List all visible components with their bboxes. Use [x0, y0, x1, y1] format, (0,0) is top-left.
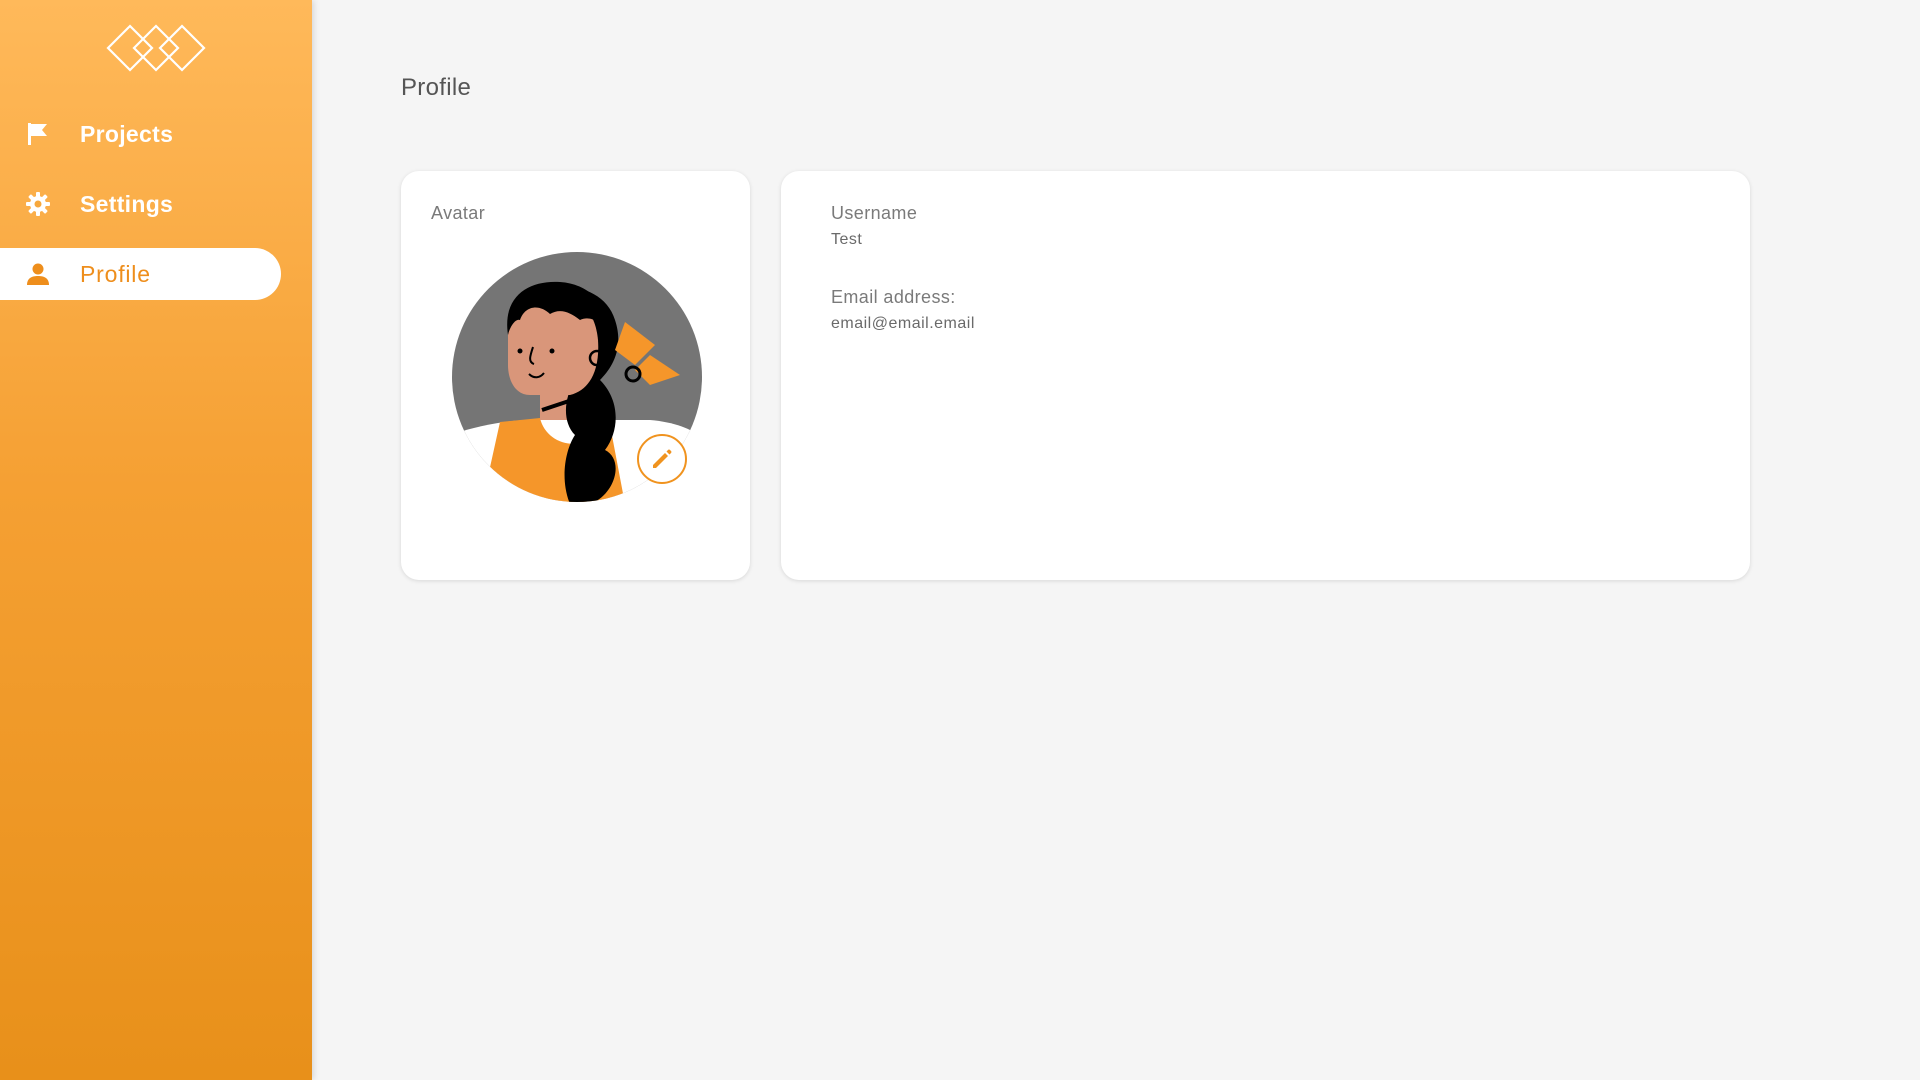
- flag-icon: [24, 120, 52, 148]
- username-label: Username: [831, 203, 918, 223]
- page-title: Profile: [401, 74, 472, 101]
- sidebar-item-label: Projects: [80, 120, 174, 147]
- gear-icon: [24, 190, 52, 218]
- avatar-label: Avatar: [431, 203, 486, 223]
- sidebar: Projects Settings Profile: [0, 0, 312, 1080]
- avatar-card: Avatar: [401, 171, 750, 580]
- sidebar-item-label: Profile: [80, 260, 151, 287]
- email-label: Email address:: [831, 287, 956, 307]
- email-value: email@email.email: [831, 315, 975, 332]
- sidebar-item-label: Settings: [80, 190, 174, 217]
- sidebar-item-settings[interactable]: Settings: [0, 178, 281, 230]
- sidebar-item-projects[interactable]: Projects: [0, 108, 281, 160]
- sidebar-item-profile[interactable]: Profile: [0, 248, 281, 300]
- user-info-card: Username Test Email address: email@email…: [781, 171, 1750, 580]
- username-value: Test: [831, 231, 863, 248]
- edit-avatar-button[interactable]: [637, 434, 687, 484]
- triple-diamond-logo-icon[interactable]: [104, 22, 208, 74]
- person-icon: [24, 260, 52, 288]
- pencil-icon: [653, 449, 672, 468]
